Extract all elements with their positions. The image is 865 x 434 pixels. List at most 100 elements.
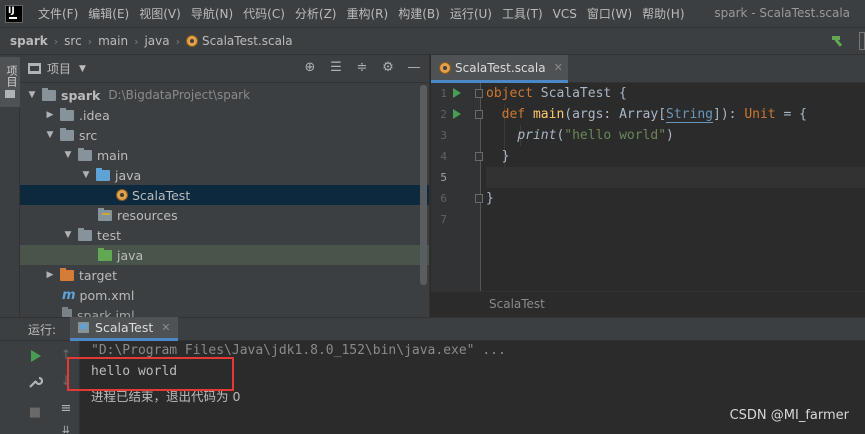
project-scrollbar[interactable]	[420, 85, 427, 285]
scala-object-icon	[116, 189, 128, 201]
line-number: 7	[440, 213, 447, 226]
menu-refactor[interactable]: 重构(R)	[342, 5, 394, 22]
menu-file[interactable]: 文件(F)	[33, 5, 83, 22]
tree-item-spark[interactable]: ▼ spark D:\BigdataProject\spark	[20, 85, 429, 105]
menu-help[interactable]: 帮助(H)	[637, 5, 689, 22]
tree-item-src[interactable]: ▼ src	[20, 125, 429, 145]
code-line-1: object ScalaTest {	[486, 83, 627, 104]
build-hammer-icon[interactable]	[831, 34, 845, 48]
run-gutter-icon[interactable]	[453, 109, 461, 119]
tree-item-iml[interactable]: spark.iml	[20, 305, 429, 317]
close-icon[interactable]: ✕	[161, 321, 170, 334]
soft-wrap-icon[interactable]: ≡	[58, 401, 74, 417]
wrench-icon[interactable]	[27, 374, 43, 390]
stop-icon[interactable]: ■	[27, 405, 43, 421]
scroll-to-end-icon[interactable]: ⇊	[58, 423, 74, 434]
breadcrumb: spark › src › main › java › ScalaTest.sc…	[0, 27, 865, 55]
code-text: )	[666, 128, 674, 143]
project-panel-title[interactable]: 项目	[47, 60, 71, 77]
menu-edit[interactable]: 编辑(E)	[83, 5, 134, 22]
tree-item-main[interactable]: ▼ main	[20, 145, 429, 165]
tree-item-target[interactable]: ▶ target	[20, 265, 429, 285]
breadcrumb-java[interactable]: java	[144, 34, 169, 48]
chevron-down-icon[interactable]: ▼	[26, 90, 38, 100]
resources-folder-icon	[98, 207, 112, 221]
breadcrumb-main[interactable]: main	[98, 34, 128, 48]
tree-item-idea[interactable]: ▶ .idea	[20, 105, 429, 125]
tree-item-label: main	[97, 147, 129, 163]
console-line-command: "D:\Program Files\Java\jdk1.8.0_152\bin\…	[91, 343, 506, 358]
chevron-down-icon[interactable]: ▼	[79, 64, 86, 74]
menu-code[interactable]: 代码(C)	[238, 5, 290, 22]
tree-item-resources[interactable]: resources	[20, 205, 429, 225]
chevron-down-icon[interactable]: ▼	[62, 150, 74, 160]
tree-item-label: spark	[61, 87, 101, 103]
tree-item-scalatest[interactable]: ScalaTest	[20, 185, 429, 205]
run-gutter-icon[interactable]	[453, 88, 461, 98]
breadcrumb-src[interactable]: src	[64, 34, 82, 48]
folder-icon	[78, 147, 92, 161]
fold-marker-icon[interactable]	[475, 194, 483, 203]
fold-marker-icon[interactable]	[475, 152, 483, 161]
tree-item-pom[interactable]: m pom.xml	[20, 285, 429, 305]
nav-edge-box	[859, 32, 865, 50]
project-tool-tab[interactable]: 项目	[0, 57, 20, 107]
fold-marker-icon[interactable]	[475, 89, 483, 98]
code-function-call: print	[517, 128, 557, 143]
chevron-right-icon[interactable]: ▶	[44, 270, 56, 280]
menu-view[interactable]: 视图(V)	[134, 5, 186, 22]
code-line-5-current	[486, 167, 865, 188]
menu-navigate[interactable]: 导航(N)	[186, 5, 238, 22]
code-keyword: object	[486, 86, 533, 101]
code-function-name: main	[532, 107, 565, 122]
editor-footer-label[interactable]: ScalaTest	[489, 297, 545, 311]
watermark: CSDN @MI_farmer	[729, 408, 849, 423]
rerun-icon[interactable]	[27, 348, 43, 364]
hide-panel-icon[interactable]: —	[407, 61, 421, 75]
run-tab-scalatest[interactable]: ScalaTest ✕	[70, 317, 179, 341]
menu-tools[interactable]: 工具(T)	[497, 5, 548, 22]
run-panel-header: 运行: ScalaTest ✕	[0, 317, 865, 341]
code-text: ScalaTest {	[532, 86, 627, 101]
menu-window[interactable]: 窗口(W)	[582, 5, 637, 22]
chevron-down-icon[interactable]: ▼	[44, 130, 56, 140]
intellij-logo-icon	[5, 4, 23, 23]
folder-icon	[78, 227, 92, 241]
chevron-down-icon[interactable]: ▼	[80, 170, 92, 180]
run-config-icon	[78, 322, 90, 333]
breadcrumb-spark[interactable]: spark	[10, 34, 48, 48]
tree-item-label: ScalaTest	[132, 187, 191, 203]
chevron-right-icon[interactable]: ▶	[44, 110, 56, 120]
code-line-3: print("hello world")	[486, 125, 674, 146]
tree-item-test[interactable]: ▼ test	[20, 225, 429, 245]
tree-item-label: java	[117, 247, 144, 263]
collapse-all-icon[interactable]: ≑	[355, 61, 369, 75]
editor-tab-scalatest[interactable]: ScalaTest.scala ✕	[431, 55, 568, 83]
scala-object-icon	[439, 61, 451, 74]
expand-all-icon[interactable]: ☰	[329, 61, 343, 75]
code-editor[interactable]: object ScalaTest { def main(args: Array[…	[486, 83, 865, 291]
code-line-4: }	[486, 146, 510, 167]
excluded-folder-icon	[60, 267, 74, 281]
tree-item-label: resources	[117, 207, 178, 223]
code-text: }	[486, 191, 494, 206]
tree-item-main-java[interactable]: ▼ java	[20, 165, 429, 185]
folder-icon	[42, 87, 56, 101]
close-icon[interactable]: ✕	[554, 61, 563, 74]
locate-target-icon[interactable]: ⊕	[303, 61, 317, 75]
line-number: 3	[440, 129, 447, 142]
test-folder-icon	[98, 247, 112, 261]
menu-build[interactable]: 构建(B)	[393, 5, 445, 22]
breadcrumb-file[interactable]: ScalaTest.scala	[202, 34, 293, 48]
tree-item-test-java[interactable]: java	[20, 245, 429, 265]
source-folder-icon	[96, 167, 110, 181]
chevron-down-icon[interactable]: ▼	[62, 230, 74, 240]
menu-bar: 文件(F) 编辑(E) 视图(V) 导航(N) 代码(C) 分析(Z) 重构(R…	[0, 0, 865, 27]
menu-analyze[interactable]: 分析(Z)	[290, 5, 342, 22]
menu-run[interactable]: 运行(U)	[445, 5, 497, 22]
folder-icon	[60, 107, 74, 121]
code-line-2: def main(args: Array[String]): Unit = {	[486, 104, 807, 125]
menu-vcs[interactable]: VCS	[548, 7, 582, 21]
gear-icon[interactable]: ⚙	[381, 61, 395, 75]
fold-marker-icon[interactable]	[475, 110, 483, 119]
